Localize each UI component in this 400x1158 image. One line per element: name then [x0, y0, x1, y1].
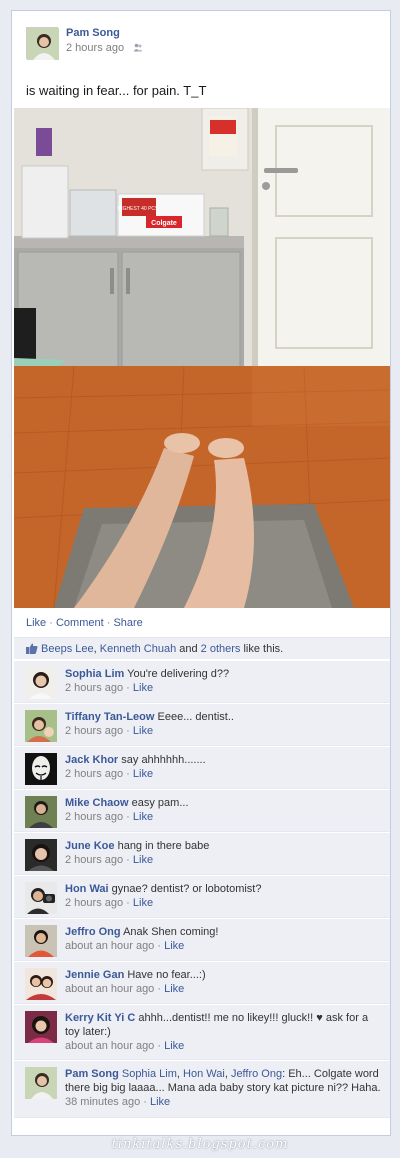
comment-text: gynae? dentist? or lobotomist?: [111, 883, 262, 895]
comment-time[interactable]: about an hour ago: [65, 940, 154, 952]
post-actions: Like · Comment · Share: [26, 617, 143, 629]
comment-button[interactable]: Comment: [56, 617, 104, 629]
comment-like-button[interactable]: Like: [133, 768, 153, 780]
separator: ·: [46, 617, 56, 629]
comment-time[interactable]: 2 hours ago: [65, 854, 123, 866]
commenter-name[interactable]: Mike Chaow: [65, 797, 129, 809]
comment-time[interactable]: 38 minutes ago: [65, 1096, 140, 1108]
post-time[interactable]: 2 hours ago: [66, 42, 124, 54]
photo-brand-text: Colgate: [151, 220, 177, 227]
status-text: is waiting in fear... for pain. T_T: [26, 83, 207, 98]
comment-time[interactable]: 2 hours ago: [65, 897, 123, 909]
likes-and: and: [176, 643, 201, 655]
comment-like-button[interactable]: Like: [133, 811, 153, 823]
comment-text: You're delivering d??: [127, 668, 230, 680]
mention-jeffro-ong[interactable]: Jeffro Ong: [231, 1068, 282, 1080]
comment-item: Kerry Kit Yi C ahhh...dentist!! me no li…: [14, 1004, 390, 1060]
author-avatar[interactable]: [26, 27, 59, 60]
comment-item: Jeffro Ong Anak Shen coming! about an hou…: [14, 918, 390, 961]
blog-watermark: tinkitalks.blogspot.com: [111, 1137, 289, 1152]
comment-item: Mike Chaow easy pam... 2 hours ago · Like: [14, 789, 390, 832]
liker-kenneth-chuah[interactable]: Kenneth Chuah: [100, 643, 176, 655]
comment-item: Pam Song Sophia Lim, Hon Wai, Jeffro Ong…: [14, 1060, 390, 1118]
likes-summary: Beeps Lee, Kenneth Chuah and 2 others li…: [14, 637, 390, 659]
comment-like-button[interactable]: Like: [164, 1040, 184, 1052]
comment-item: Jack Khor say ahhhhhh....... 2 hours ago …: [14, 746, 390, 789]
commenter-avatar[interactable]: [25, 710, 57, 742]
likes-others-link[interactable]: 2 others: [201, 643, 241, 655]
comment-time[interactable]: about an hour ago: [65, 1040, 154, 1052]
likes-suffix: like this.: [240, 643, 284, 655]
post-photo[interactable]: HIGHEST 40 PCS Colgate: [14, 108, 390, 608]
commenter-avatar[interactable]: [25, 968, 57, 1000]
comment-time[interactable]: 2 hours ago: [65, 811, 123, 823]
comment-text: hang in there babe: [117, 840, 210, 852]
comments-list: Sophia Lim You're delivering d?? 2 hours …: [14, 660, 390, 1118]
commenter-avatar[interactable]: [25, 1067, 57, 1099]
comment-time[interactable]: 2 hours ago: [65, 682, 123, 694]
liker-beeps-lee[interactable]: Beeps Lee: [41, 643, 94, 655]
commenter-avatar[interactable]: [25, 925, 57, 957]
comment-item: Jennie Gan Have no fear...:) about an hou…: [14, 961, 390, 1004]
comment-text: Have no fear...:): [127, 969, 206, 981]
comment-time[interactable]: about an hour ago: [65, 983, 154, 995]
post-author[interactable]: Pam Song: [66, 27, 120, 39]
comment-item: Hon Wai gynae? dentist? or lobotomist? 2 …: [14, 875, 390, 918]
comment-item: Tiffany Tan-Leow Eeee... dentist.. 2 hour…: [14, 703, 390, 746]
comment-like-button[interactable]: Like: [164, 983, 184, 995]
commenter-avatar[interactable]: [25, 882, 57, 914]
separator: ·: [103, 617, 114, 629]
share-button[interactable]: Share: [113, 617, 142, 629]
comment-like-button[interactable]: Like: [133, 897, 153, 909]
post-card: Pam Song 2 hours ago is waiting in fear.…: [11, 10, 391, 1136]
commenter-name[interactable]: Hon Wai: [65, 883, 109, 895]
like-button[interactable]: Like: [26, 617, 46, 629]
comment-item: Sophia Lim You're delivering d?? 2 hours …: [14, 660, 390, 703]
commenter-avatar[interactable]: [25, 753, 57, 785]
comment-time[interactable]: 2 hours ago: [65, 725, 123, 737]
comment-text: easy pam...: [131, 797, 189, 809]
photo-box-text: HIGHEST 40 PCS: [118, 206, 159, 212]
mention-hon-wai[interactable]: Hon Wai: [183, 1068, 225, 1080]
commenter-name[interactable]: Jack Khor: [65, 754, 118, 766]
comment-text: Eeee... dentist..: [157, 711, 234, 723]
commenter-name[interactable]: Tiffany Tan-Leow: [65, 711, 154, 723]
post-meta: 2 hours ago: [66, 42, 143, 54]
commenter-avatar[interactable]: [25, 667, 57, 699]
mention-sophia-lim[interactable]: Sophia Lim: [122, 1068, 177, 1080]
friends-audience-icon[interactable]: [133, 43, 143, 52]
commenter-avatar[interactable]: [25, 1011, 57, 1043]
comment-like-button[interactable]: Like: [150, 1096, 170, 1108]
comment-text: Anak Shen coming!: [123, 926, 219, 938]
comment-text: say ahhhhhh.......: [121, 754, 206, 766]
commenter-name[interactable]: Kerry Kit Yi C: [65, 1012, 135, 1024]
comment-like-button[interactable]: Like: [164, 940, 184, 952]
commenter-name[interactable]: Pam Song: [65, 1068, 119, 1080]
thumbs-up-icon: [26, 643, 38, 654]
comment-like-button[interactable]: Like: [133, 854, 153, 866]
comment-like-button[interactable]: Like: [133, 682, 153, 694]
commenter-name[interactable]: June Koe: [65, 840, 115, 852]
commenter-name[interactable]: Jeffro Ong: [65, 926, 121, 938]
commenter-avatar[interactable]: [25, 796, 57, 828]
commenter-name[interactable]: Sophia Lim: [65, 668, 124, 680]
comment-time[interactable]: 2 hours ago: [65, 768, 123, 780]
comment-item: June Koe hang in there babe 2 hours ago ·…: [14, 832, 390, 875]
commenter-avatar[interactable]: [25, 839, 57, 871]
commenter-name[interactable]: Jennie Gan: [65, 969, 124, 981]
comment-like-button[interactable]: Like: [133, 725, 153, 737]
